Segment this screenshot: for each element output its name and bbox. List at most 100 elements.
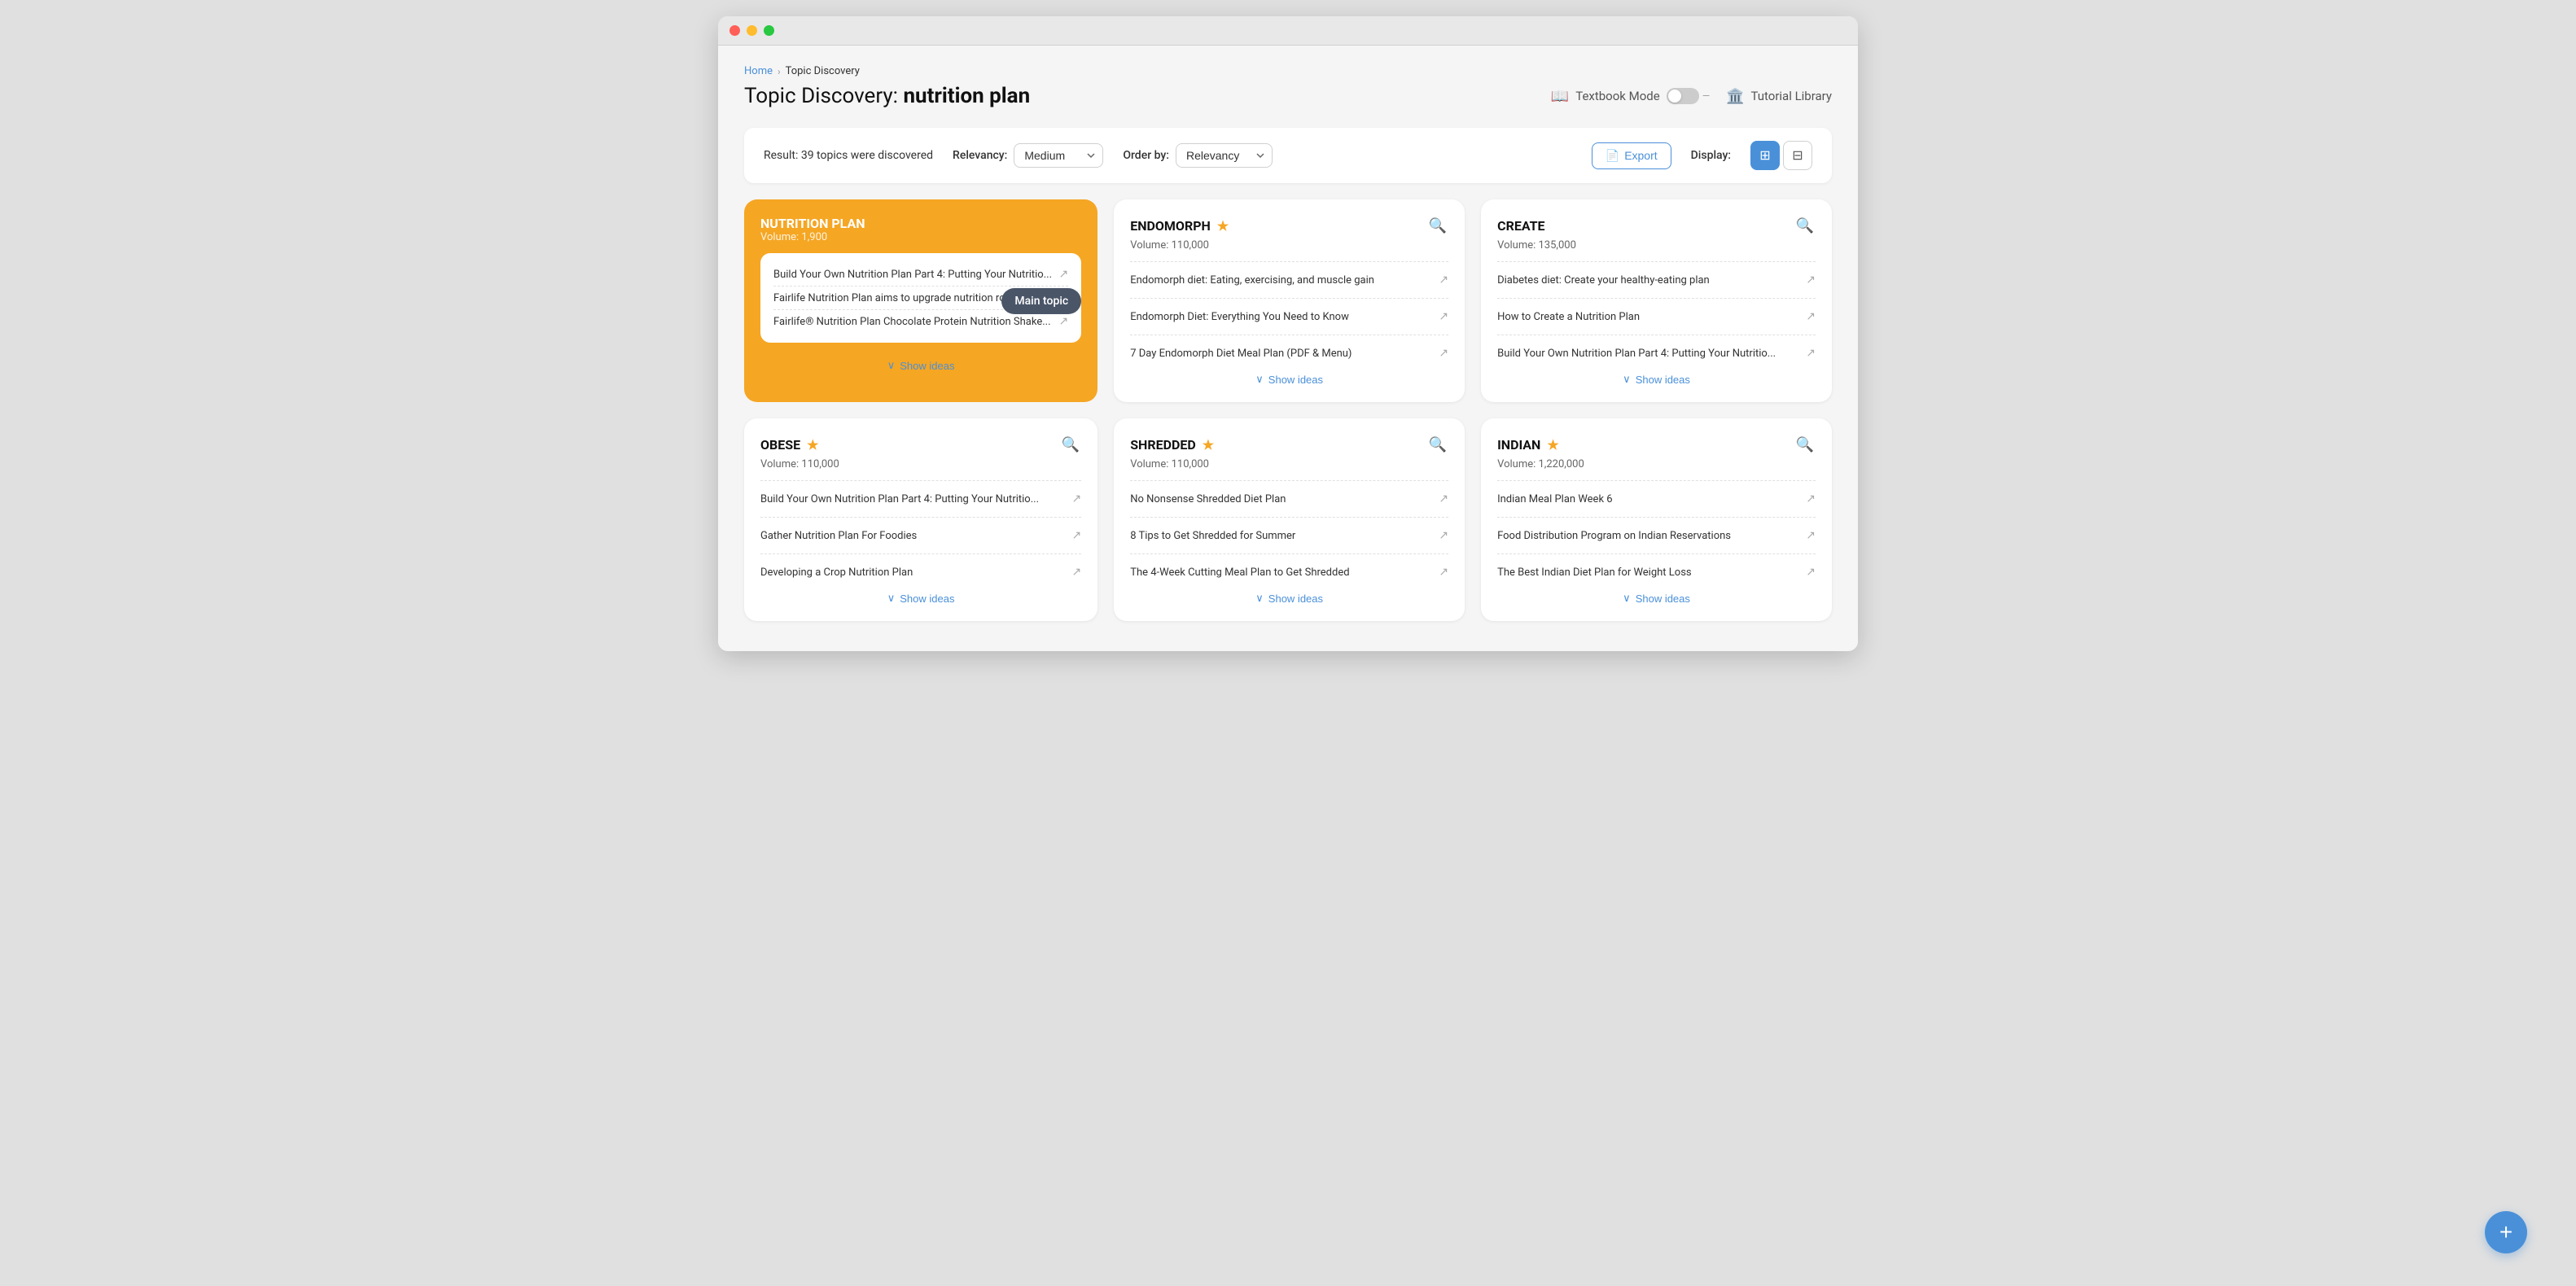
link-text: Developing a Crop Nutrition Plan: [760, 566, 1071, 579]
chevron-down-icon: ∨: [887, 592, 896, 605]
card-title-text-endomorph: ENDOMORPH: [1130, 218, 1211, 234]
card-title-text-shredded: SHREDDED: [1130, 437, 1196, 453]
card-title-text-nutrition-plan: NUTRITION PLAN: [760, 216, 865, 231]
card-title-obese: OBESE ★: [760, 437, 818, 453]
card-title-shredded: SHREDDED ★: [1130, 437, 1214, 453]
card-title-row-shredded: SHREDDED ★ 🔍: [1130, 435, 1448, 455]
content-area: Home › Topic Discovery Topic Discovery: …: [718, 46, 1858, 647]
card-title-indian: INDIAN ★: [1497, 437, 1559, 453]
external-link-icon[interactable]: ↗: [1058, 315, 1068, 328]
textbook-icon: 📖: [1551, 88, 1569, 105]
card-endomorph: ENDOMORPH ★ 🔍 Volume: 110,000 Endomorph …: [1114, 199, 1465, 402]
search-button-obese[interactable]: 🔍: [1060, 435, 1081, 455]
card-volume-endomorph: Volume: 110,000: [1130, 239, 1448, 252]
external-link-icon[interactable]: ↗: [1806, 566, 1816, 579]
external-link-icon[interactable]: ↗: [1806, 529, 1816, 542]
search-button-endomorph[interactable]: 🔍: [1427, 216, 1448, 236]
link-text: 7 Day Endomorph Diet Meal Plan (PDF & Me…: [1130, 348, 1439, 360]
list-item: Developing a Crop Nutrition Plan ↗: [760, 561, 1081, 584]
toolbar: Result: 39 topics were discovered Releva…: [744, 128, 1832, 183]
page-title-prefix: Topic Discovery:: [744, 84, 898, 108]
breadcrumb: Home › Topic Discovery: [744, 65, 1832, 77]
card-nutrition-plan: NUTRITION PLAN Volume: 1,900 Main topic …: [744, 199, 1097, 402]
card-volume-shredded: Volume: 110,000: [1130, 458, 1448, 470]
toggle-key: —: [1702, 90, 1710, 102]
chevron-down-icon: ∨: [1255, 592, 1264, 605]
link-text: 8 Tips to Get Shredded for Summer: [1130, 530, 1439, 542]
external-link-icon[interactable]: ↗: [1439, 347, 1448, 360]
list-item: Build Your Own Nutrition Plan Part 4: Pu…: [760, 488, 1081, 510]
external-link-icon[interactable]: ↗: [1439, 310, 1448, 323]
list-item: The Best Indian Diet Plan for Weight Los…: [1497, 561, 1816, 584]
page-title-keyword: nutrition plan: [903, 84, 1030, 108]
card-create: CREATE 🔍 Volume: 135,000 Diabetes diet: …: [1481, 199, 1832, 402]
external-link-icon[interactable]: ↗: [1058, 268, 1068, 281]
export-icon: 📄: [1606, 149, 1619, 163]
card-volume-create: Volume: 135,000: [1497, 239, 1816, 252]
card-title-nutrition-plan: NUTRITION PLAN: [760, 216, 1081, 231]
textbook-mode-label: Textbook Mode: [1575, 89, 1659, 103]
external-link-icon[interactable]: ↗: [1439, 529, 1448, 542]
show-ideas-button-obese[interactable]: ∨ Show ideas: [760, 584, 1081, 605]
list-item: How to Create a Nutrition Plan ↗: [1497, 305, 1816, 328]
external-link-icon[interactable]: ↗: [1806, 492, 1816, 505]
external-link-icon[interactable]: ↗: [1071, 492, 1081, 505]
export-label: Export: [1624, 149, 1657, 162]
external-link-icon[interactable]: ↗: [1439, 492, 1448, 505]
external-link-icon[interactable]: ↗: [1439, 273, 1448, 287]
card-header-shredded: SHREDDED ★ 🔍 Volume: 110,000: [1130, 435, 1448, 470]
search-button-shredded[interactable]: 🔍: [1427, 435, 1448, 455]
breadcrumb-home-link[interactable]: Home: [744, 65, 773, 77]
app-window: Home › Topic Discovery Topic Discovery: …: [718, 16, 1858, 651]
link-text: Diabetes diet: Create your healthy-eatin…: [1497, 274, 1806, 287]
external-link-icon[interactable]: ↗: [1071, 529, 1081, 542]
link-text: Gather Nutrition Plan For Foodies: [760, 530, 1071, 542]
chevron-down-icon: ∨: [1623, 373, 1631, 386]
display-grid-button[interactable]: ⊞: [1750, 141, 1780, 170]
display-label: Display:: [1691, 149, 1731, 162]
card-header-create: CREATE 🔍 Volume: 135,000: [1497, 216, 1816, 252]
link-text: The 4-Week Cutting Meal Plan to Get Shre…: [1130, 566, 1439, 579]
relevancy-label: Relevancy:: [953, 149, 1007, 162]
external-link-icon[interactable]: ↗: [1806, 310, 1816, 323]
list-item: Build Your Own Nutrition Plan Part 4: Pu…: [1497, 342, 1816, 365]
card-header-endomorph: ENDOMORPH ★ 🔍 Volume: 110,000: [1130, 216, 1448, 252]
external-link-icon[interactable]: ↗: [1806, 273, 1816, 287]
card-title-row-obese: OBESE ★ 🔍: [760, 435, 1081, 455]
card-title-row-endomorph: ENDOMORPH ★ 🔍: [1130, 216, 1448, 236]
external-link-icon[interactable]: ↗: [1439, 566, 1448, 579]
show-ideas-button-indian[interactable]: ∨ Show ideas: [1497, 584, 1816, 605]
show-ideas-button-nutrition-plan[interactable]: ∨ Show ideas: [760, 351, 1081, 372]
external-link-icon[interactable]: ↗: [1071, 566, 1081, 579]
link-text: Endomorph diet: Eating, exercising, and …: [1130, 274, 1439, 287]
search-button-indian[interactable]: 🔍: [1794, 435, 1816, 455]
show-ideas-button-shredded[interactable]: ∨ Show ideas: [1130, 584, 1448, 605]
list-item: Diabetes diet: Create your healthy-eatin…: [1497, 269, 1816, 291]
export-button[interactable]: 📄 Export: [1592, 142, 1671, 169]
external-link-icon[interactable]: ↗: [1806, 347, 1816, 360]
card-volume-nutrition-plan: Volume: 1,900: [760, 231, 1081, 243]
display-list-button[interactable]: ⊟: [1783, 141, 1812, 170]
toggle-track[interactable]: [1667, 88, 1699, 104]
fab-add-button[interactable]: +: [2485, 1211, 2527, 1253]
list-item: Endomorph diet: Eating, exercising, and …: [1130, 269, 1448, 291]
titlebar: [718, 16, 1858, 46]
order-filter: Order by: Relevancy Volume Alphabetical: [1123, 143, 1273, 168]
show-ideas-button-create[interactable]: ∨ Show ideas: [1497, 365, 1816, 386]
tutorial-library-button[interactable]: 🏛️ Tutorial Library: [1726, 88, 1832, 105]
list-item: 7 Day Endomorph Diet Meal Plan (PDF & Me…: [1130, 342, 1448, 365]
textbook-mode-control: 📖 Textbook Mode —: [1551, 88, 1710, 105]
search-button-create[interactable]: 🔍: [1794, 216, 1816, 236]
show-ideas-button-endomorph[interactable]: ∨ Show ideas: [1130, 365, 1448, 386]
close-button[interactable]: [729, 25, 740, 36]
minimize-button[interactable]: [747, 25, 757, 36]
result-count: Result: 39 topics were discovered: [764, 149, 933, 162]
list-item: The 4-Week Cutting Meal Plan to Get Shre…: [1130, 561, 1448, 584]
list-item: Indian Meal Plan Week 6 ↗: [1497, 488, 1816, 510]
link-text: No Nonsense Shredded Diet Plan: [1130, 493, 1439, 505]
card-title-endomorph: ENDOMORPH ★: [1130, 218, 1229, 234]
maximize-button[interactable]: [764, 25, 774, 36]
textbook-mode-toggle[interactable]: —: [1667, 88, 1710, 104]
order-select[interactable]: Relevancy Volume Alphabetical: [1176, 143, 1273, 168]
relevancy-select[interactable]: Medium Low High: [1014, 143, 1103, 168]
